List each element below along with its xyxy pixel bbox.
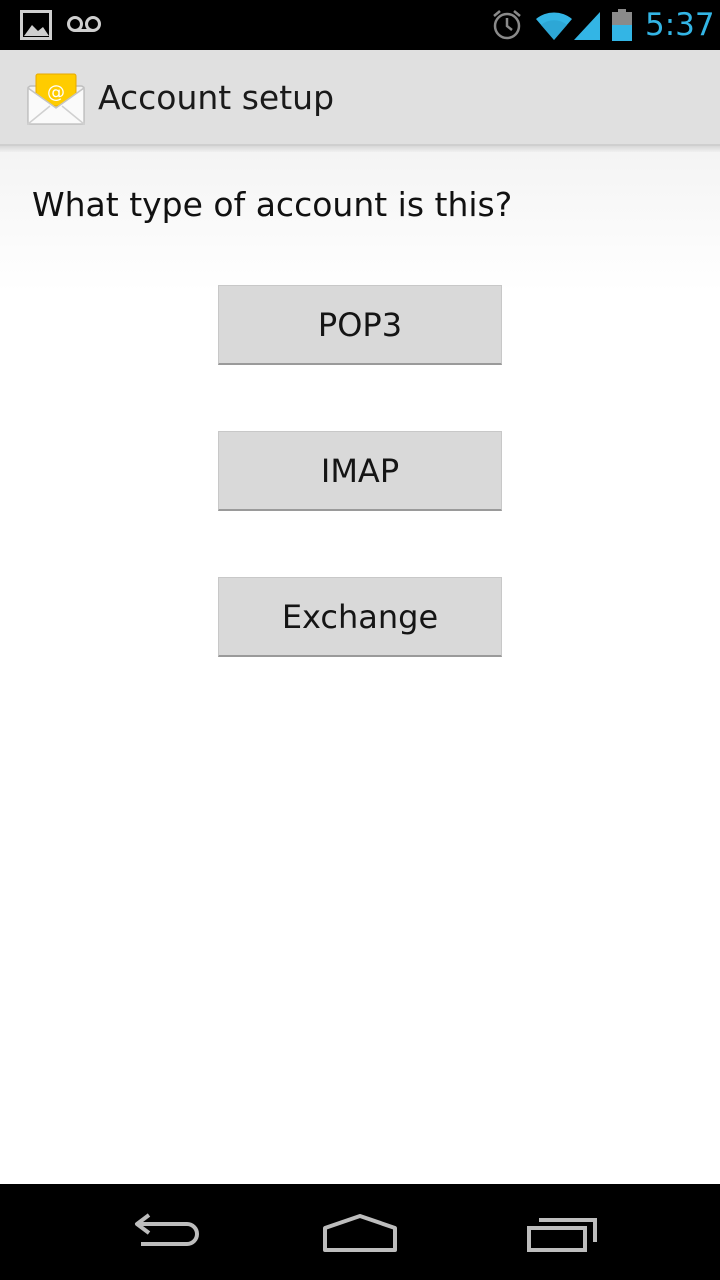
exchange-button[interactable]: Exchange	[218, 577, 502, 657]
alarm-icon	[490, 8, 524, 42]
account-type-question: What type of account is this?	[32, 185, 513, 224]
recents-button[interactable]	[517, 1202, 607, 1262]
back-icon	[115, 1202, 205, 1262]
back-button[interactable]	[115, 1202, 205, 1262]
home-button[interactable]	[315, 1202, 405, 1262]
status-bar: 5:37	[0, 0, 720, 50]
email-envelope-icon[interactable]: @	[24, 70, 88, 128]
wifi-icon	[534, 8, 574, 42]
action-bar: @ Account setup	[0, 50, 720, 146]
pop3-button[interactable]: POP3	[218, 285, 502, 365]
battery-icon	[610, 8, 634, 42]
signal-icon	[572, 8, 602, 42]
page-title: Account setup	[98, 78, 335, 117]
gallery-icon	[20, 10, 52, 40]
navigation-bar	[0, 1184, 720, 1280]
status-clock: 5:37	[645, 7, 715, 43]
svg-text:@: @	[47, 82, 65, 103]
recents-icon	[517, 1202, 607, 1262]
home-icon	[315, 1202, 405, 1262]
imap-button[interactable]: IMAP	[218, 431, 502, 511]
voicemail-icon	[66, 12, 102, 36]
